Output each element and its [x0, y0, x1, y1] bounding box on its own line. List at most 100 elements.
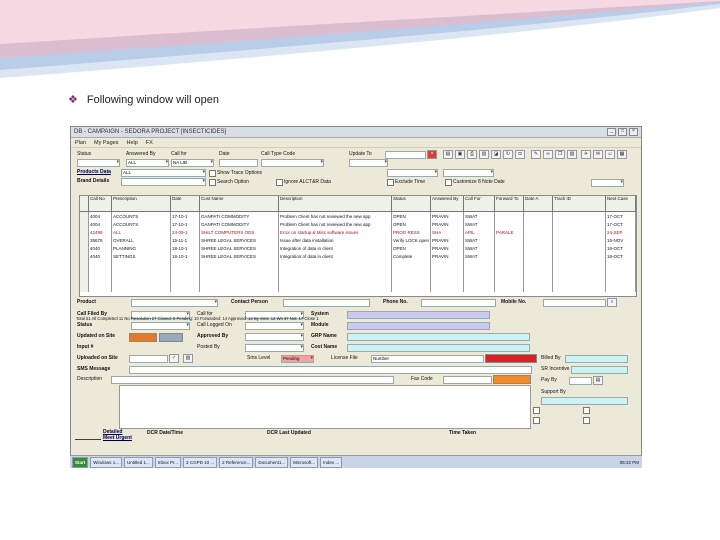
column-header[interactable]: Next Case — [605, 196, 636, 212]
copy-icon[interactable]: ❐ — [555, 150, 565, 159]
mail-icon[interactable]: ✉ — [593, 150, 603, 159]
clear-icon[interactable]: × — [427, 150, 437, 159]
meet-urgent-link[interactable]: Meet Urgent — [103, 435, 132, 441]
lock-icon[interactable]: ◘ — [515, 150, 525, 159]
option-checkbox-2[interactable] — [583, 407, 590, 414]
products-data-link[interactable]: Products Data — [77, 169, 111, 175]
close-icon[interactable]: × — [629, 128, 638, 136]
menu-item[interactable]: Help — [126, 140, 137, 146]
filter-select-a[interactable] — [387, 169, 438, 177]
pay-by-input[interactable] — [569, 377, 592, 385]
answered-by-select[interactable]: ALL — [126, 159, 169, 167]
row-selector[interactable] — [80, 220, 89, 228]
approved-by-select[interactable] — [245, 333, 304, 341]
support-by-input[interactable] — [541, 397, 628, 405]
menu-item[interactable]: Plan — [75, 140, 86, 146]
link-icon[interactable]: ∞ — [543, 150, 553, 159]
taskbar-button[interactable]: 2 CGPD 10 ... — [183, 456, 218, 468]
menu-item[interactable]: FX — [146, 140, 153, 146]
chart-icon[interactable]: ▥ — [479, 150, 489, 159]
table-row[interactable]: 42499 ALL 24-09-1 SHILT COMPUTERS ODS Error … — [80, 228, 636, 236]
column-header[interactable]: Prescription — [111, 196, 171, 212]
call-type-select[interactable] — [261, 159, 324, 167]
search-option-checkbox[interactable] — [209, 179, 216, 186]
search-icon[interactable]: ⌕ — [607, 298, 617, 307]
table-row[interactable]: 4004 ACCOUNTS 17-10-1 GANPATI COMMODITY Prob… — [80, 211, 636, 220]
maximize-icon[interactable]: □ — [618, 128, 627, 136]
taskbar-button[interactable]: 2 Reference... — [219, 456, 254, 468]
column-header[interactable]: Description — [278, 196, 392, 212]
mobile-input[interactable] — [543, 299, 606, 307]
refresh-icon[interactable]: ↻ — [503, 150, 513, 159]
print-icon[interactable]: ⎙ — [467, 150, 477, 159]
taskbar-button[interactable]: Untitled 1... — [124, 456, 153, 468]
grp-name-input[interactable] — [347, 333, 530, 341]
uploaded-on-site-input[interactable] — [129, 355, 168, 363]
billed-by-input[interactable] — [565, 355, 628, 363]
brand-select[interactable] — [121, 178, 206, 186]
row-selector[interactable] — [80, 252, 89, 260]
filter-select-b[interactable] — [443, 169, 494, 177]
description-input[interactable] — [111, 376, 394, 384]
license-file-input[interactable]: Number — [371, 355, 484, 363]
phone-input[interactable] — [421, 299, 496, 307]
menu-item[interactable]: My Pages — [94, 140, 118, 146]
exclude-time-checkbox[interactable] — [387, 179, 394, 186]
filter-select-c[interactable] — [591, 179, 624, 187]
taskbar-button[interactable]: Microsoft... — [290, 456, 319, 468]
taskbar-button[interactable]: Index ... — [320, 456, 343, 468]
check-icon[interactable]: ✓ — [169, 354, 179, 363]
option-checkbox-4[interactable] — [583, 417, 590, 424]
save-icon[interactable]: ▤ — [443, 150, 453, 159]
sr-incentive-input[interactable] — [571, 366, 628, 374]
minimize-icon[interactable]: _ — [607, 128, 616, 136]
contact-person-input[interactable] — [283, 299, 370, 307]
car-icon[interactable]: ◪ — [491, 150, 501, 159]
row-selector[interactable] — [80, 236, 89, 244]
posted-by-select[interactable] — [245, 344, 304, 352]
taskbar-button[interactable]: Inbox Pr... — [154, 456, 182, 468]
column-header[interactable]: Date — [170, 196, 200, 212]
column-header[interactable]: Answered By — [430, 196, 465, 212]
table-row[interactable]: 35678 OVERALL 15-11-1 SHREE LEGAL SERVICES I… — [80, 236, 636, 244]
ignore-data-checkbox[interactable] — [276, 179, 283, 186]
product-select[interactable] — [131, 299, 218, 307]
pen-icon[interactable]: ✎ — [531, 150, 541, 159]
customize-date-checkbox[interactable] — [445, 179, 452, 186]
products-select[interactable]: ALL — [121, 169, 206, 177]
calendar-icon[interactable]: ▤ — [593, 376, 603, 385]
notes-textarea[interactable] — [119, 385, 531, 429]
column-header[interactable]: Track ID — [552, 196, 607, 212]
column-header[interactable]: Cust Name — [199, 196, 279, 212]
show-trace-checkbox[interactable] — [209, 170, 216, 177]
table-row[interactable]: 4004 ACCOUNTS 17-10-1 GANPATI COMMODITY Prob… — [80, 220, 636, 228]
airplane-icon[interactable]: ✈ — [581, 150, 591, 159]
users-icon[interactable]: ☺ — [605, 150, 615, 159]
column-header[interactable]: Call For — [463, 196, 496, 212]
folder-icon[interactable]: ▣ — [455, 150, 465, 159]
cost-name-input[interactable] — [347, 344, 530, 352]
option-checkbox-3[interactable] — [533, 417, 540, 424]
table-row[interactable]: 4040 PLANNING 18-10-1 SHREE LEGAL SERVICES I… — [80, 244, 636, 252]
column-header[interactable]: Call No — [88, 196, 112, 212]
column-header[interactable]: Forward To — [494, 196, 525, 212]
table-row[interactable]: 4040 SETTINGS 18-10-1 SHREE LEGAL SERVICES I… — [80, 252, 636, 260]
fax-code-input[interactable] — [443, 376, 492, 384]
paste-icon[interactable]: ▧ — [567, 150, 577, 159]
column-header[interactable]: Status — [391, 196, 432, 212]
sms-level-select[interactable]: Pending — [281, 355, 314, 363]
column-header[interactable]: Date A — [523, 196, 554, 212]
option-checkbox-1[interactable] — [533, 407, 540, 414]
status-select[interactable] — [77, 159, 120, 167]
date-input[interactable] — [219, 159, 258, 167]
row-selector[interactable] — [80, 244, 89, 252]
call-for-select[interactable]: NA LIB — [171, 159, 214, 167]
grid-icon[interactable]: ▦ — [617, 150, 627, 159]
taskbar-button[interactable]: Document1... — [255, 456, 289, 468]
sms-message-input[interactable] — [129, 366, 532, 374]
update-to-input[interactable] — [385, 151, 426, 159]
row-selector[interactable] — [80, 211, 89, 220]
image-icon[interactable]: ▨ — [183, 354, 193, 363]
update-to-select[interactable] — [349, 159, 388, 167]
taskbar-button[interactable]: Windows 1... — [90, 456, 123, 468]
